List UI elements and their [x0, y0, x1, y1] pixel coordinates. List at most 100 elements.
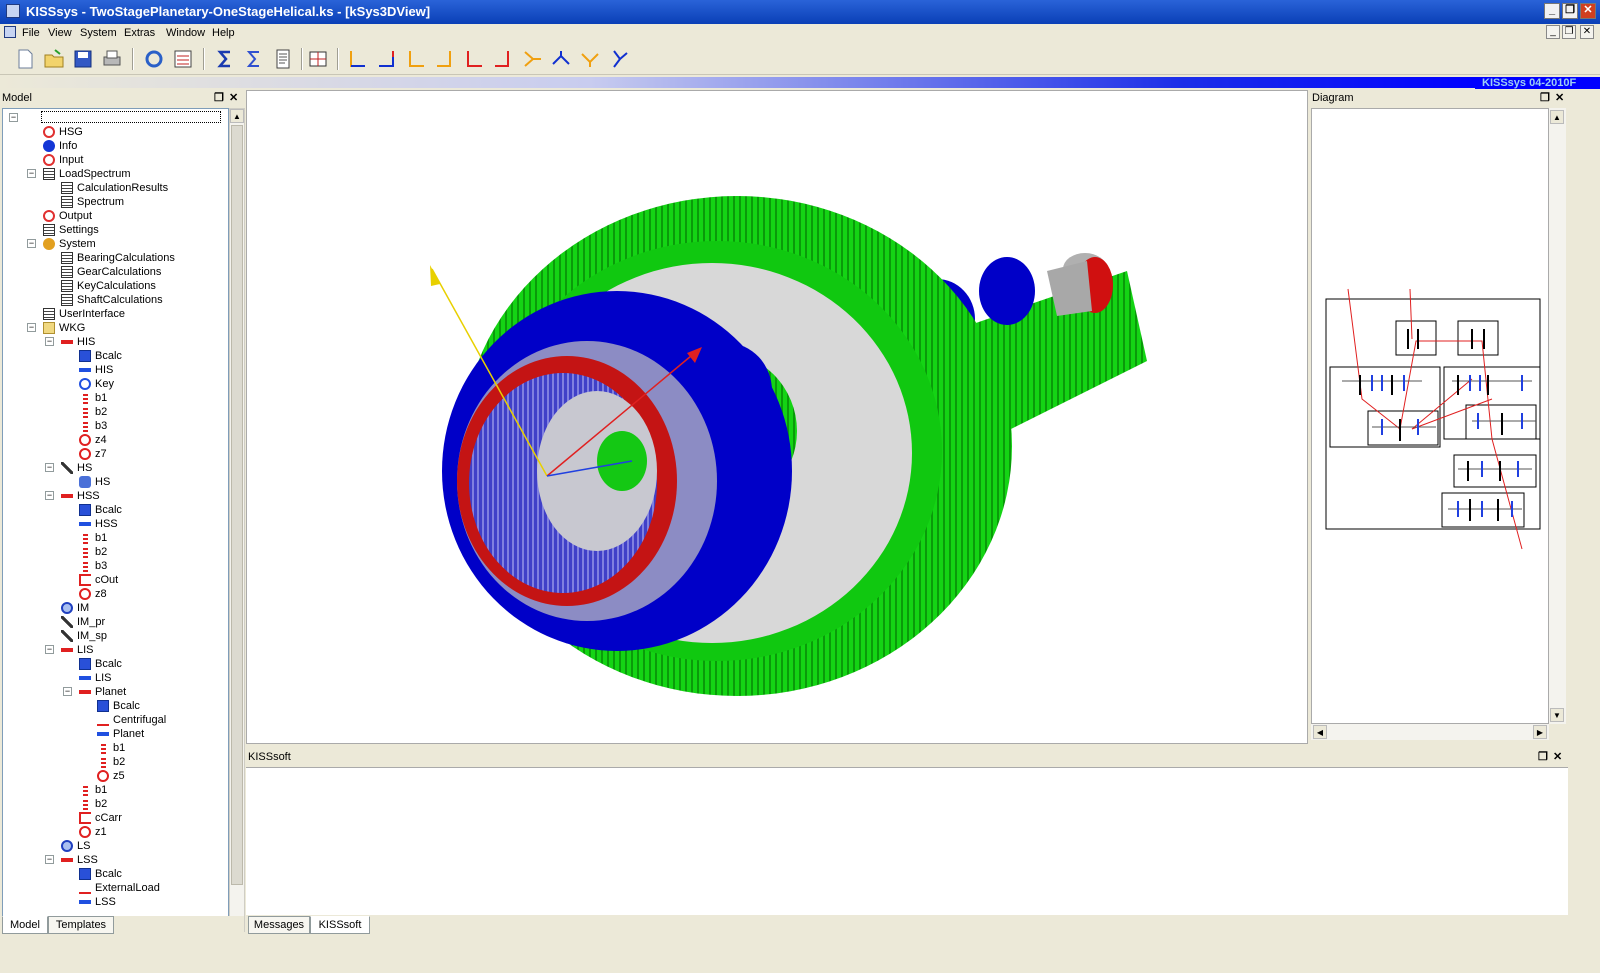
view-xz-icon[interactable]	[492, 48, 514, 70]
sigma-icon[interactable]	[214, 48, 236, 70]
close-button[interactable]: ✕	[1580, 3, 1596, 19]
menu-window[interactable]: Window	[166, 27, 205, 39]
tree-expander[interactable]: −	[45, 463, 54, 472]
menu-view[interactable]: View	[48, 27, 72, 39]
open-icon[interactable]	[43, 48, 65, 70]
tree-item-label: b2	[95, 546, 108, 558]
tree-item-label: Centrifugal	[113, 714, 167, 726]
report-icon[interactable]	[272, 48, 294, 70]
tree-expander[interactable]: −	[45, 645, 54, 654]
tree-item-label	[41, 111, 221, 123]
bearing-icon	[83, 546, 88, 558]
mdi-minimize-button[interactable]: _	[1546, 25, 1560, 39]
bcalc-icon	[79, 504, 91, 516]
minimize-button[interactable]: _	[1544, 3, 1560, 19]
model-tree-scrollbar[interactable]: ▲ ▼	[229, 108, 245, 932]
tree-expander[interactable]: −	[45, 491, 54, 500]
scroll-up-arrow[interactable]: ▲	[230, 109, 244, 123]
system-schematic	[1325, 288, 1541, 550]
sum-icon[interactable]	[243, 48, 265, 70]
schematic-box-lss	[1329, 366, 1441, 448]
tree-item-label: Key	[95, 378, 114, 390]
toolbar	[0, 43, 1600, 75]
diagram-panel-float-button[interactable]: ❐	[1540, 90, 1550, 106]
new-icon[interactable]	[14, 48, 36, 70]
table-icon	[61, 196, 73, 208]
tree-expander[interactable]: −	[27, 239, 36, 248]
diagram-panel-close-button[interactable]: ✕	[1555, 90, 1564, 106]
tree-item-label: b2	[95, 798, 108, 810]
3d-view-canvas[interactable]	[246, 90, 1308, 744]
tree-item-label: b1	[95, 784, 108, 796]
tree-expander[interactable]: −	[27, 169, 36, 178]
model-tree[interactable]: − HSG Info Input − LoadSpectrum CalculationRes…	[2, 108, 229, 932]
tree-item-label: Bcalc	[95, 658, 122, 670]
bcalc-icon	[97, 700, 109, 712]
diagram-canvas[interactable]	[1311, 108, 1549, 724]
tab-model[interactable]: Model	[2, 916, 48, 934]
save-icon[interactable]	[72, 48, 94, 70]
tree-item-label: cCarr	[95, 812, 122, 824]
shaftred-icon	[61, 336, 73, 348]
menu-file[interactable]: File	[22, 27, 40, 39]
view-z-icon[interactable]	[405, 48, 427, 70]
tab-kisssoft[interactable]: KISSsoft	[310, 916, 370, 934]
tree-item-label: HIS	[95, 364, 114, 376]
app-icon[interactable]	[6, 4, 20, 18]
scroll-up-arrow[interactable]: ▲	[1550, 110, 1564, 124]
clamp-icon	[79, 812, 91, 824]
tree-item-label: HSS	[77, 490, 100, 502]
table-icon	[61, 280, 73, 292]
mdi-close-button[interactable]: ✕	[1580, 25, 1594, 39]
view-iso2-icon[interactable]	[550, 48, 572, 70]
view-iso4-icon[interactable]	[608, 48, 630, 70]
tree-expander[interactable]: −	[63, 687, 72, 696]
menu-system[interactable]: System	[80, 27, 117, 39]
model-panel-close-button[interactable]: ✕	[229, 90, 238, 106]
refresh-icon[interactable]	[143, 48, 165, 70]
model-panel-float-button[interactable]: ❐	[214, 90, 224, 106]
print-icon[interactable]	[101, 48, 123, 70]
tree-expander[interactable]: −	[45, 855, 54, 864]
tree-expander[interactable]: −	[45, 337, 54, 346]
coupling-icon	[79, 476, 91, 488]
gearz-icon	[79, 826, 91, 838]
diagram-vscrollbar[interactable]: ▲ ▼	[1549, 108, 1566, 724]
scroll-left-arrow[interactable]: ◀	[1313, 725, 1327, 739]
restore-button[interactable]: ❐	[1562, 3, 1578, 19]
root-icon-icon	[25, 112, 37, 124]
view-yz-icon[interactable]	[463, 48, 485, 70]
kisssoft-panel-close-button[interactable]: ✕	[1553, 749, 1562, 765]
shaftblue-icon	[79, 896, 91, 908]
view-iso1-icon[interactable]	[521, 48, 543, 70]
diagram-hscrollbar[interactable]: ◀ ▶	[1311, 724, 1549, 740]
gearz-icon	[79, 434, 91, 446]
scroll-down-arrow[interactable]: ▼	[1550, 708, 1564, 722]
calculate-icon[interactable]	[172, 48, 194, 70]
menu-extras[interactable]: Extras	[124, 27, 155, 39]
structure-icon[interactable]	[307, 48, 329, 70]
scroll-thumb[interactable]	[231, 125, 243, 885]
view-x-icon[interactable]	[347, 48, 369, 70]
schematic-box-his	[1457, 320, 1499, 356]
tab-messages[interactable]: Messages	[248, 916, 310, 934]
tree-expander[interactable]: −	[27, 323, 36, 332]
document-icon[interactable]	[4, 26, 16, 38]
version-label: KISSsys 04-2010F	[1475, 77, 1600, 89]
kisssoft-panel-float-button[interactable]: ❐	[1538, 749, 1548, 765]
tree-item-label: z1	[95, 826, 107, 838]
kisssoft-output-area[interactable]	[246, 767, 1568, 915]
globe-icon	[61, 602, 73, 614]
tree-item-label: ExternalLoad	[95, 882, 160, 894]
tree-item-label: Planet	[95, 686, 127, 698]
scroll-right-arrow[interactable]: ▶	[1533, 725, 1547, 739]
wrench-icon	[61, 630, 73, 642]
tab-templates[interactable]: Templates	[48, 916, 114, 934]
view-xy-icon[interactable]	[434, 48, 456, 70]
tree-expander[interactable]: −	[9, 113, 18, 122]
view-y-icon[interactable]	[376, 48, 398, 70]
tree-item-label: Output	[59, 210, 93, 222]
view-iso3-icon[interactable]	[579, 48, 601, 70]
mdi-restore-button[interactable]: ❐	[1562, 25, 1576, 39]
menu-help[interactable]: Help	[212, 27, 235, 39]
